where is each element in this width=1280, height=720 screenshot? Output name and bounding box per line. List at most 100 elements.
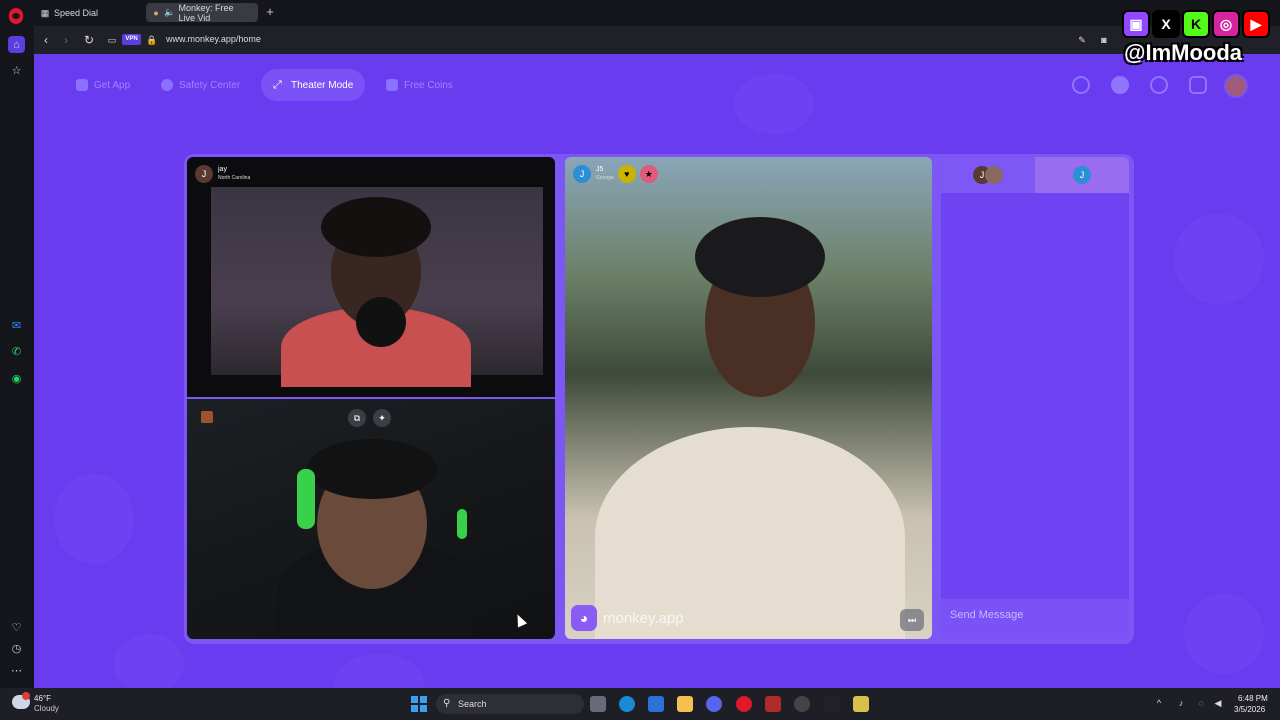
alert-badge xyxy=(22,692,30,700)
app-icon[interactable] xyxy=(765,696,781,712)
camera-status-icon xyxy=(201,411,213,423)
menu-label: Safety Center xyxy=(179,79,241,91)
volume-icon[interactable]: ◀ xyxy=(1213,698,1223,708)
lock-icon: 🔒 xyxy=(146,35,158,45)
search-icon: ⚲ xyxy=(443,698,451,709)
menu-label: Free Coins xyxy=(404,79,453,91)
clock-time[interactable]: 6:48 PM xyxy=(1238,694,1268,703)
taskbar-search[interactable]: ⚲ Search xyxy=(436,694,584,714)
vpn-badge[interactable]: VPN xyxy=(122,34,141,45)
monkey-brand: ◕ monkey.app xyxy=(571,605,684,631)
menu-label: Get App xyxy=(94,79,131,91)
discord-icon[interactable] xyxy=(706,696,722,712)
avatar: J xyxy=(573,165,591,183)
user-tag[interactable]: J jay North Carolina xyxy=(195,165,250,183)
tab-monkey[interactable]: ● 🔈 Monkey: Free Live Vid xyxy=(146,2,258,23)
whatsapp-icon[interactable]: ✆ xyxy=(8,343,25,360)
search-label: Search xyxy=(458,699,487,709)
streamer-handle: @ImMooda xyxy=(1124,40,1243,65)
coins-icon xyxy=(386,79,398,91)
user-tag[interactable]: J J5 Georgia ♥ ★ xyxy=(573,165,658,183)
chevron-up-icon[interactable]: ^ xyxy=(1154,698,1164,708)
edge-icon[interactable] xyxy=(619,696,635,712)
youtube-icon: ▶ xyxy=(1242,10,1270,38)
tab-speed-dial[interactable]: ▦ Speed Dial xyxy=(34,3,104,22)
new-tab-button[interactable]: + xyxy=(264,5,276,18)
effects-icon[interactable]: ✦ xyxy=(373,409,391,427)
star-icon[interactable]: ☆ xyxy=(8,62,25,79)
task-view-icon[interactable] xyxy=(590,696,606,712)
expand-icon: ⤢ xyxy=(273,79,282,91)
phone-icon xyxy=(76,79,88,91)
messenger-icon[interactable]: ✉ xyxy=(8,317,25,334)
search-icon[interactable] xyxy=(1072,76,1090,94)
profile-avatar[interactable] xyxy=(1224,74,1248,98)
avatar: J xyxy=(1073,166,1091,184)
wifi-icon[interactable]: ◌ xyxy=(1196,698,1206,708)
heart-icon[interactable]: ♡ xyxy=(8,619,25,636)
user-location: North Carolina xyxy=(218,175,251,181)
windows-start-icon[interactable] xyxy=(411,696,427,712)
chat-tab-user[interactable]: J xyxy=(1035,157,1129,193)
file-explorer-icon[interactable] xyxy=(677,696,693,712)
camera-icon[interactable]: ▭ xyxy=(104,32,120,48)
video-frame xyxy=(211,187,543,387)
user-icon[interactable] xyxy=(1111,76,1129,94)
kick-icon: K xyxy=(1182,10,1210,38)
spotify-icon[interactable]: ◉ xyxy=(8,370,25,387)
skip-button[interactable]: ⏭ xyxy=(900,609,924,631)
opera-taskbar-icon[interactable] xyxy=(736,696,752,712)
clock-date[interactable]: 3/5/2026 xyxy=(1234,705,1265,714)
send-message-input[interactable]: Send Message xyxy=(941,599,1129,639)
weather-condition[interactable]: Cloudy xyxy=(34,704,59,713)
monkey-logo-icon: ◕ xyxy=(571,605,597,631)
remote-video-right: J J5 Georgia ♥ ★ ◕ monkey.app ⏭ xyxy=(565,157,932,639)
menu-theater-mode[interactable]: ⤢ Theater Mode xyxy=(261,69,366,101)
url-field[interactable]: www.monkey.app/home xyxy=(166,34,261,44)
tab-label: Speed Dial xyxy=(54,7,99,18)
message-icon[interactable] xyxy=(1189,76,1207,94)
clock-icon[interactable] xyxy=(1150,76,1168,94)
self-video: ⧉ ✦ xyxy=(187,399,555,639)
outlook-icon[interactable] xyxy=(648,696,664,712)
instagram-icon: ◎ xyxy=(1212,10,1240,38)
chat-tab-group[interactable]: J xyxy=(941,157,1035,193)
history-icon[interactable]: ◷ xyxy=(8,640,25,657)
app-icon[interactable] xyxy=(794,696,810,712)
tab-label: Monkey: Free Live Vid xyxy=(178,2,234,23)
chat-panel: J J Send Message xyxy=(941,157,1129,639)
user-name: J5 xyxy=(596,166,604,173)
menu-free-coins[interactable]: Free Coins xyxy=(374,69,465,101)
home-icon[interactable]: ⌂ xyxy=(8,36,25,53)
twitch-icon: ▣ xyxy=(1122,10,1150,38)
reload-icon[interactable]: ↻ xyxy=(81,32,97,48)
x-icon: X xyxy=(1152,10,1180,38)
microphone-icon[interactable]: ♪ xyxy=(1176,698,1186,708)
browser-tab-bar: ▦ Speed Dial ● 🔈 Monkey: Free Live Vid + xyxy=(0,0,1280,26)
windows-taskbar: 46°F Cloudy ⚲ Search ^ ♪ ◌ ◀ 6:48 PM 3/5… xyxy=(0,688,1280,720)
weather-temp[interactable]: 46°F xyxy=(34,694,51,703)
stream-overlay: ▣ X K ◎ ▶ @ImMooda xyxy=(1120,6,1276,70)
award-badge-icon: ★ xyxy=(639,165,658,183)
user-name: jay xyxy=(218,166,227,173)
avatar: J xyxy=(195,165,213,183)
remote-video-top-left: J jay North Carolina xyxy=(187,157,555,397)
app-icon[interactable] xyxy=(853,696,869,712)
monkey-favicon-icon: ● xyxy=(153,7,159,18)
snapshot-icon[interactable]: ◙ xyxy=(1096,32,1112,48)
avatar xyxy=(985,166,1003,184)
brand-text: monkey.app xyxy=(603,609,684,627)
user-location: Georgia xyxy=(596,175,614,181)
more-icon[interactable]: ⋯ xyxy=(8,662,25,679)
back-icon[interactable]: ‹ xyxy=(38,32,54,48)
heart-badge-icon: ♥ xyxy=(617,165,636,183)
forward-icon[interactable]: › xyxy=(58,32,74,48)
edit-icon[interactable]: ✎ xyxy=(1074,32,1090,48)
address-bar: ‹ › ↻ ▭ VPN 🔒 www.monkey.app/home ✎ ◙ xyxy=(34,26,1280,54)
menu-safety-center[interactable]: Safety Center xyxy=(149,69,252,101)
menu-get-app[interactable]: Get App xyxy=(64,69,142,101)
epic-games-icon[interactable] xyxy=(824,696,840,712)
flip-camera-icon[interactable]: ⧉ xyxy=(348,409,366,427)
opera-logo-icon[interactable] xyxy=(9,10,23,24)
browser-sidebar: ⌂ ☆ ✉ ✆ ◉ ♡ ◷ ⋯ xyxy=(0,8,34,688)
